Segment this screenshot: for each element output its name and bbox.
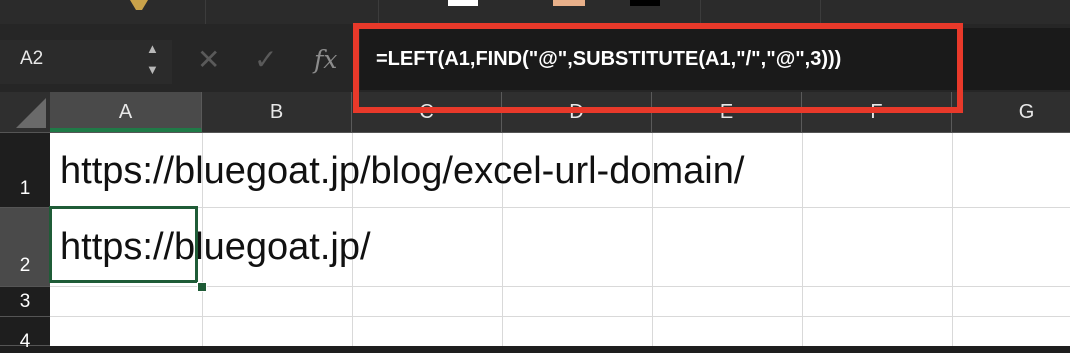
fill-color-swatch[interactable] — [448, 0, 478, 6]
row-header-4[interactable]: 4 — [0, 317, 50, 352]
row-header-2[interactable]: 2 — [0, 208, 50, 287]
column-header-a[interactable]: A — [50, 92, 202, 132]
border-color-swatch[interactable] — [630, 0, 660, 6]
grid-line — [802, 133, 803, 346]
name-box-value: A2 — [20, 48, 44, 69]
grid-line — [50, 207, 1070, 208]
enter-icon[interactable]: ✓ — [254, 43, 277, 77]
stepper-up-icon[interactable]: ▲ — [146, 42, 159, 55]
grid-line — [952, 133, 953, 346]
cell-a1[interactable]: https://bluegoat.jp/blog/excel-url-domai… — [60, 150, 744, 193]
cancel-icon[interactable]: ✕ — [197, 43, 220, 77]
fx-icon[interactable]: fx — [314, 45, 337, 74]
toolbar-divider — [205, 0, 206, 24]
column-header-g[interactable]: G — [952, 92, 1070, 132]
fill-handle[interactable] — [197, 282, 207, 292]
toolbar-divider — [820, 0, 821, 24]
toolbar-divider — [378, 0, 379, 24]
grid-line — [50, 316, 1070, 317]
select-all-corner[interactable] — [0, 92, 50, 132]
stepper-down-icon[interactable]: ▼ — [146, 63, 159, 76]
formula-highlight-box-overlay — [353, 23, 963, 113]
toolbar-divider — [700, 0, 701, 24]
ribbon-toolbar — [0, 0, 1070, 24]
column-header-b[interactable]: B — [202, 92, 352, 132]
paint-icon[interactable] — [128, 0, 150, 14]
row-header-1[interactable]: 1 — [0, 133, 50, 208]
active-cell-border — [49, 206, 198, 283]
font-color-swatch[interactable] — [553, 0, 585, 6]
row-header-3[interactable]: 3 — [0, 287, 50, 317]
